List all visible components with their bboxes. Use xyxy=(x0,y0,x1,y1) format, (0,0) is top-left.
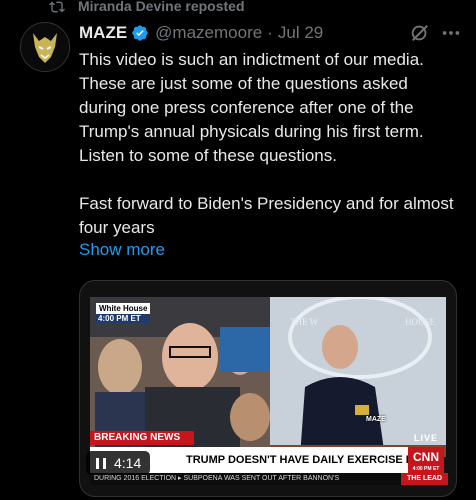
network-time: 4:00 PM ET xyxy=(412,466,440,472)
pip-time: 4:00 PM ET xyxy=(96,314,151,323)
avatar-image xyxy=(21,23,69,71)
repost-label: Miranda Devine reposted xyxy=(78,0,245,14)
pip-label: White House 4:00 PM ET xyxy=(96,303,151,323)
author-name[interactable]: MAZE xyxy=(79,23,127,43)
ticker-text: DURING 2016 ELECTION ▸ SUBPOENA WAS SENT… xyxy=(94,475,340,482)
network-logo: CNN 4:00 PM ET xyxy=(408,447,444,473)
verified-badge-icon xyxy=(132,25,148,41)
svg-text:HOUSE: HOUSE xyxy=(405,317,436,327)
more-icon[interactable] xyxy=(440,22,462,44)
repost-icon xyxy=(49,1,65,13)
video-duration: 4:14 xyxy=(114,455,142,471)
avatar[interactable] xyxy=(20,22,70,72)
pip-source: White House xyxy=(96,303,151,314)
pause-icon[interactable] xyxy=(96,457,106,469)
network-name: CNN xyxy=(413,450,439,464)
tweet-text: This video is such an indictment of our … xyxy=(79,50,454,237)
video-watermark: MAZE xyxy=(366,416,386,423)
video-controls[interactable]: 4:14 xyxy=(86,451,150,475)
live-badge: LIVE xyxy=(413,433,438,443)
ticker-lead: THE LEAD xyxy=(401,473,448,485)
video-player[interactable]: White House 4:00 PM ET THE W HOUSE MAZE … xyxy=(79,280,457,497)
svg-text:THE W: THE W xyxy=(290,317,319,327)
post-date[interactable]: Jul 29 xyxy=(278,23,323,43)
separator-dot: · xyxy=(267,23,273,42)
tweet-header: MAZE @mazemoore · Jul 29 xyxy=(79,22,466,44)
breaking-news-banner: BREAKING NEWS xyxy=(90,431,194,445)
show-more-link[interactable]: Show more xyxy=(79,240,165,260)
grok-icon[interactable] xyxy=(409,22,431,44)
author-handle[interactable]: @mazemoore xyxy=(155,23,262,43)
